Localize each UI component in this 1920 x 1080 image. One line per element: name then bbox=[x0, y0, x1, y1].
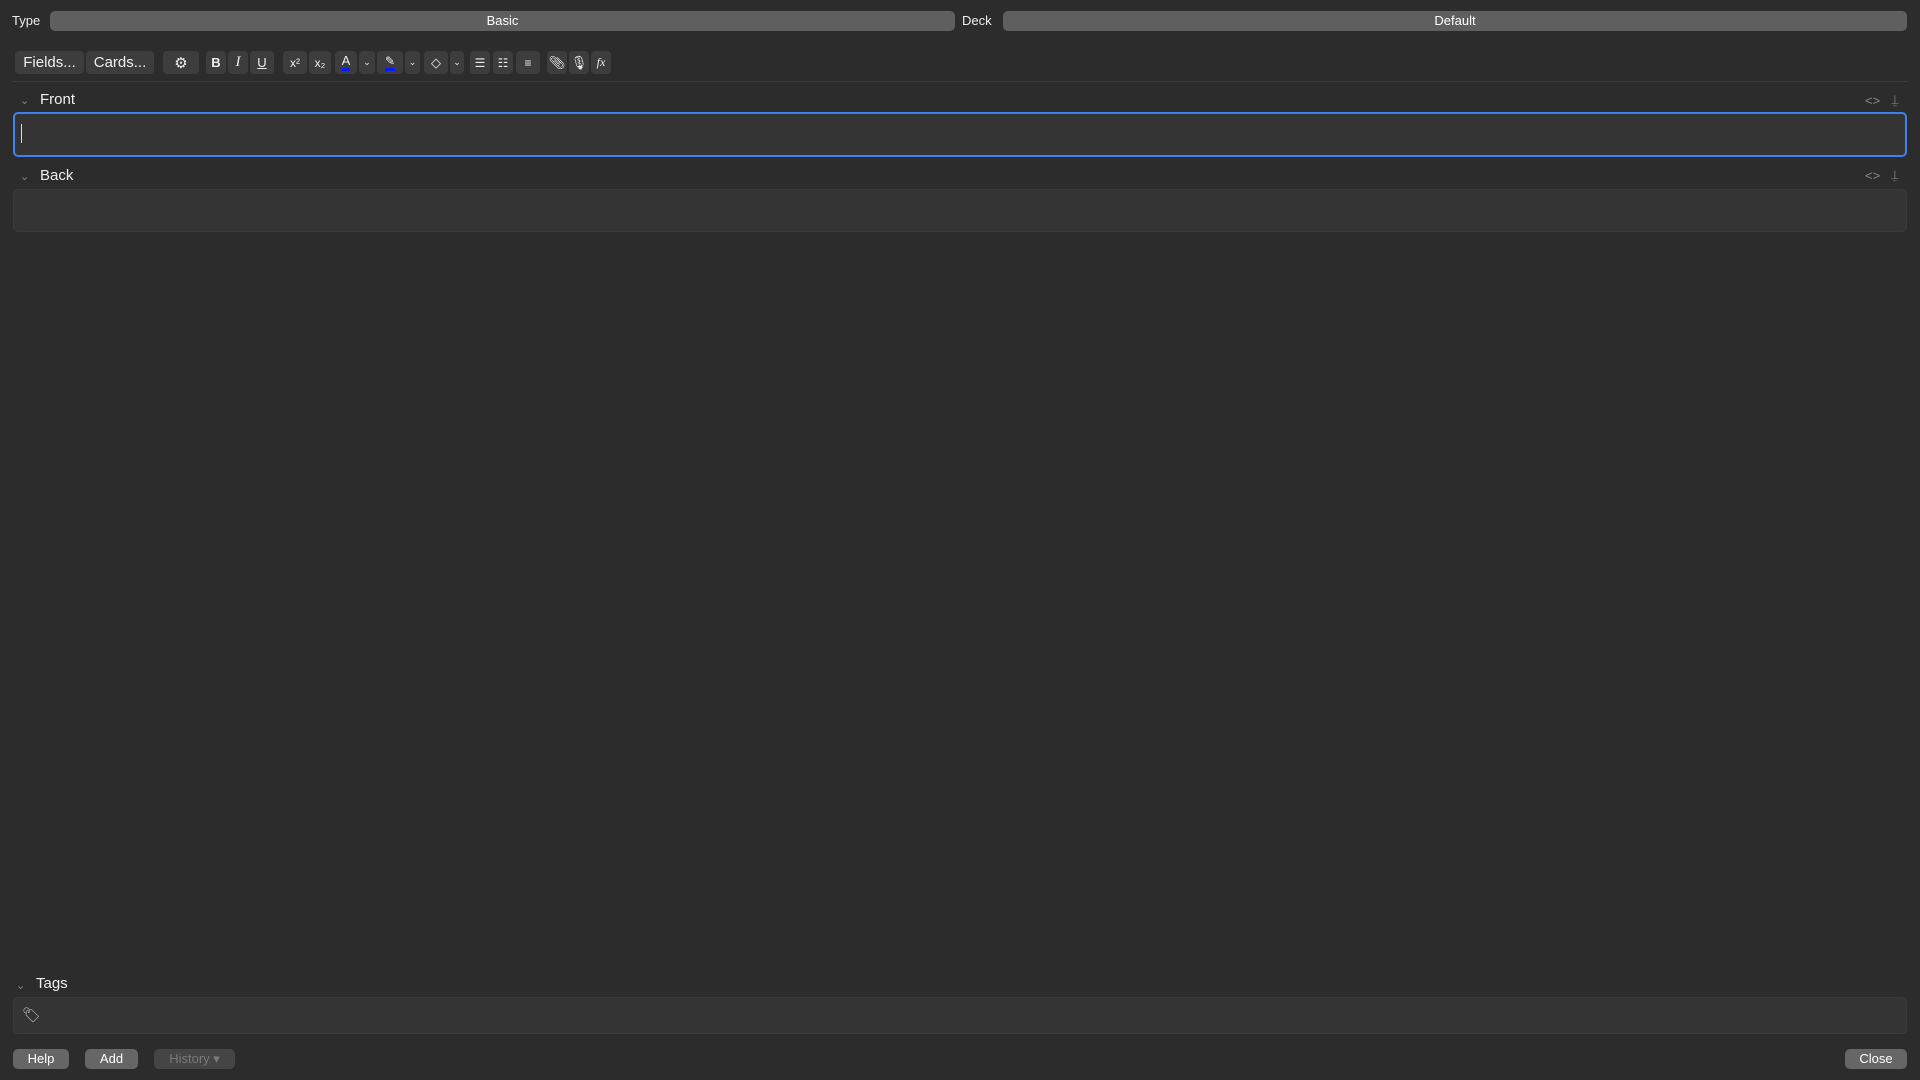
close-button[interactable]: Close bbox=[1845, 1049, 1907, 1069]
text-color-chevron-icon[interactable]: ⌄ bbox=[359, 51, 375, 74]
italic-button[interactable]: I bbox=[228, 51, 248, 74]
align-icon[interactable]: ≡ bbox=[516, 51, 540, 74]
cards-button[interactable]: Cards... bbox=[86, 51, 154, 74]
highlight-icon[interactable]: ✎ bbox=[377, 51, 403, 74]
deck-selector[interactable]: Default bbox=[1003, 11, 1907, 31]
highlight-chevron-icon[interactable]: ⌄ bbox=[405, 51, 420, 74]
bullet-list-icon[interactable]: ☰ bbox=[470, 51, 490, 74]
superscript-icon[interactable]: x² bbox=[283, 51, 307, 74]
pin-icon[interactable]: ⍊ bbox=[1891, 92, 1899, 108]
text-color-icon[interactable]: A bbox=[335, 51, 357, 74]
field-label-front: Front bbox=[40, 91, 76, 108]
add-button[interactable]: Add bbox=[85, 1049, 138, 1069]
eraser-icon[interactable]: ◇ bbox=[424, 51, 448, 74]
bold-button[interactable]: B bbox=[206, 51, 226, 74]
eraser-chevron-icon[interactable]: ⌄ bbox=[450, 51, 464, 74]
fields-button[interactable]: Fields... bbox=[15, 51, 84, 74]
tag-icon: 🏷︎ bbox=[22, 1007, 42, 1024]
attach-icon[interactable]: 📎︎ bbox=[547, 51, 567, 74]
history-button[interactable]: History ▾ bbox=[154, 1049, 235, 1069]
back-field-input[interactable] bbox=[13, 189, 1907, 232]
note-type-selector[interactable]: Basic bbox=[50, 11, 955, 31]
subscript-icon[interactable]: x₂ bbox=[309, 51, 331, 74]
type-label: Type bbox=[12, 13, 41, 28]
tags-label: Tags bbox=[36, 975, 68, 992]
collapse-front-chevron-icon[interactable]: ⌄ bbox=[20, 94, 29, 107]
math-icon[interactable]: fx bbox=[591, 51, 611, 74]
html-editor-icon[interactable]: <> bbox=[1865, 93, 1880, 108]
help-button[interactable]: Help bbox=[13, 1049, 69, 1069]
collapse-tags-chevron-icon[interactable]: ⌄ bbox=[16, 979, 25, 992]
tags-input[interactable]: 🏷︎ bbox=[13, 997, 1907, 1034]
pin-icon[interactable]: ⍊ bbox=[1891, 167, 1899, 183]
text-cursor bbox=[21, 124, 22, 143]
microphone-icon[interactable]: 🎙︎ bbox=[569, 51, 589, 74]
field-label-back: Back bbox=[40, 167, 74, 184]
gear-icon[interactable]: ⚙ bbox=[163, 51, 199, 74]
toolbar-divider bbox=[12, 81, 1908, 82]
underline-button[interactable]: U bbox=[250, 51, 274, 74]
front-field-input[interactable] bbox=[13, 112, 1907, 157]
numbered-list-icon[interactable]: ☷ bbox=[493, 51, 513, 74]
deck-label: Deck bbox=[962, 13, 992, 28]
collapse-back-chevron-icon[interactable]: ⌄ bbox=[20, 170, 29, 183]
html-editor-icon[interactable]: <> bbox=[1865, 168, 1880, 183]
